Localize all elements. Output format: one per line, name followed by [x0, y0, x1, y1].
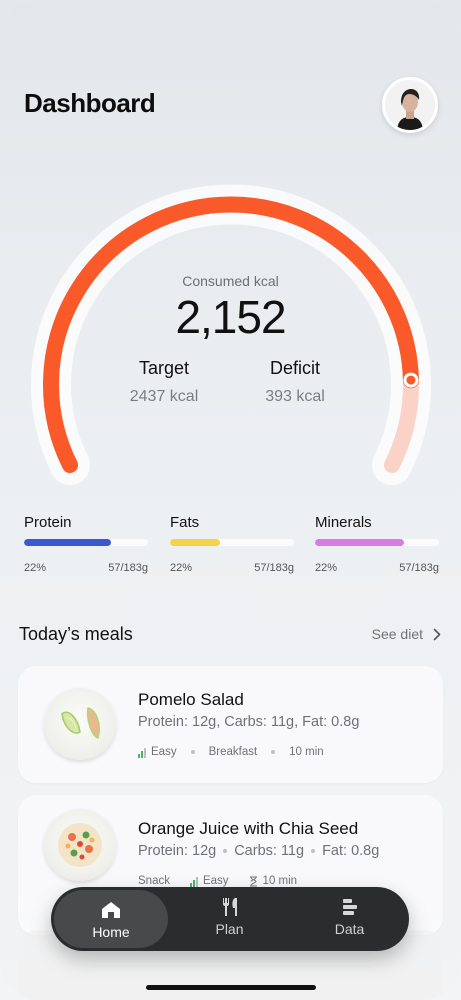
macro-progress-fill	[315, 539, 405, 546]
see-diet-label: See diet	[371, 626, 423, 642]
bottom-nav: Home Plan Data	[51, 887, 409, 951]
macro-name: Fats	[170, 514, 200, 531]
chevron-right-icon	[433, 628, 441, 640]
macro-name: Protein	[24, 514, 72, 531]
macro-amount: 57/183g	[399, 562, 439, 574]
meal-time: 10 min	[262, 875, 298, 887]
macro-amount: 57/183g	[108, 562, 148, 574]
meal-name: Pomelo Salad	[138, 690, 244, 709]
meal-type: Snack	[138, 875, 170, 887]
macro-percent: 22%	[24, 562, 47, 574]
macro-progress-track	[170, 539, 294, 546]
meal-meta: Easy Breakfast 10 min	[138, 746, 324, 758]
consumed-label: Consumed kcal	[182, 273, 279, 289]
target-stat: Target 2437 kcal	[94, 358, 234, 406]
macro-amount: 57/183g	[254, 562, 294, 574]
avatar[interactable]	[382, 77, 438, 133]
macro-progress-fill	[170, 539, 220, 546]
hourglass-icon	[249, 876, 257, 886]
fork-knife-icon	[222, 898, 237, 916]
app-screen: Dashboard Consumed kcal 2,152 Target 243…	[0, 0, 461, 1000]
target-label: Target	[138, 358, 190, 378]
orange-juice-chia-icon	[58, 823, 102, 867]
gauge-knob	[403, 372, 419, 388]
see-diet-link[interactable]: See diet	[372, 626, 441, 642]
macro-progress-fill	[24, 539, 111, 546]
signal-icon	[189, 876, 198, 887]
macro-progress-track	[315, 539, 439, 546]
target-value: 2437 kcal	[129, 388, 199, 405]
nav-plan-label: Plan	[215, 921, 244, 937]
meal-card[interactable]: Pomelo Salad Protein: 12g, Carbs: 11g, F…	[18, 666, 443, 783]
macro-name: Minerals	[315, 514, 372, 531]
avatar-portrait-icon	[385, 80, 435, 130]
nav-home[interactable]: Home	[54, 890, 168, 948]
nav-data[interactable]: Data	[291, 887, 408, 951]
separator-dot	[271, 750, 276, 754]
bar-chart-icon	[342, 899, 357, 915]
consumed-value: 2,152	[175, 291, 286, 343]
meal-protein: Protein: 12g	[138, 843, 217, 859]
meal-difficulty: Easy	[151, 746, 177, 758]
separator-dot	[223, 849, 228, 853]
signal-icon	[138, 747, 146, 758]
nav-home-label: Home	[92, 924, 130, 940]
meal-carbs: Carbs: 11g	[234, 843, 305, 859]
nav-plan[interactable]: Plan	[171, 887, 288, 951]
deficit-stat: Deficit 393 kcal	[225, 358, 365, 406]
meals-section-title: Today’s meals	[19, 624, 133, 644]
meal-macros: Protein: 12g, Carbs: 11g, Fat: 0.8g	[138, 714, 360, 730]
home-indicator	[146, 985, 316, 990]
macro-minerals: Minerals 22% 57/183g	[315, 514, 439, 574]
separator-dot	[311, 849, 316, 853]
separator-dot	[190, 750, 195, 754]
macro-percent: 22%	[170, 562, 193, 574]
meal-time: 10 min	[289, 746, 324, 758]
meal-macros: Protein: 12g Carbs: 11g Fat: 0.8g	[138, 843, 379, 859]
meal-difficulty: Easy	[202, 875, 229, 887]
meal-fat: Fat: 0.8g	[322, 843, 380, 859]
page-title: Dashboard	[24, 88, 156, 118]
meal-meta: Snack Easy 10 min	[138, 875, 297, 887]
meal-name: Orange Juice with Chia Seed	[138, 819, 359, 838]
pomelo-salad-icon	[61, 707, 100, 739]
macro-fats: Fats 22% 57/183g	[170, 514, 294, 574]
macro-protein: Protein 22% 57/183g	[24, 514, 148, 574]
home-icon	[102, 902, 120, 918]
nav-data-label: Data	[334, 921, 365, 937]
macro-percent: 22%	[315, 562, 338, 574]
deficit-label: Deficit	[269, 358, 320, 378]
meal-image	[44, 688, 116, 760]
meal-type: Breakfast	[208, 746, 258, 758]
macro-progress-track	[24, 539, 148, 546]
meal-image	[44, 809, 116, 881]
deficit-value: 393 kcal	[265, 388, 325, 405]
